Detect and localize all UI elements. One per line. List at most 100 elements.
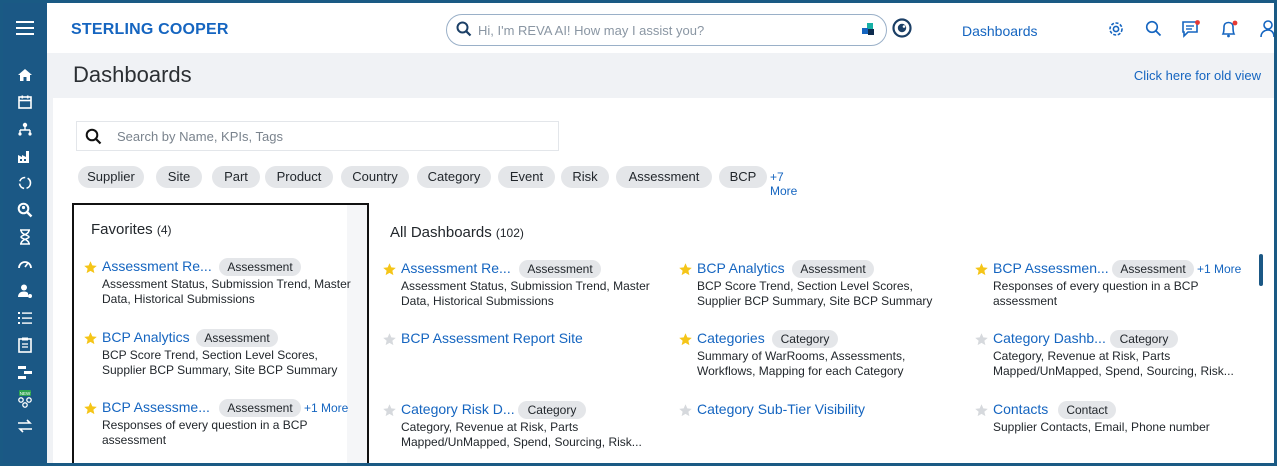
old-view-link[interactable]: Click here for old view xyxy=(1134,68,1261,83)
star-filled-icon[interactable] xyxy=(83,260,98,280)
user-settings-icon[interactable] xyxy=(13,281,37,301)
dashboards-content: Search by Name, KPIs, Tags Supplier Site… xyxy=(53,98,1274,463)
dashboard-tag: Assessment xyxy=(196,329,278,347)
filter-chip[interactable]: Assessment xyxy=(616,166,712,188)
ai-search-bar[interactable]: Hi, I'm REVA AI! How may I assist you? xyxy=(446,14,887,46)
hourglass-icon[interactable] xyxy=(13,227,37,247)
dashboard-name-link[interactable]: Contacts xyxy=(993,401,1048,417)
svg-text:NEW: NEW xyxy=(20,391,31,396)
star-outline-icon[interactable] xyxy=(382,332,397,352)
dashboard-card[interactable]: Category Dashb... Category Category, Rev… xyxy=(974,330,1254,390)
filter-chip[interactable]: Risk xyxy=(561,166,609,188)
star-filled-icon[interactable] xyxy=(382,262,397,282)
filter-chip[interactable]: BCP xyxy=(719,166,767,188)
star-filled-icon[interactable] xyxy=(83,331,98,351)
dashboard-name-link[interactable]: Assessment Re... xyxy=(102,258,212,274)
dashboard-description: Summary of WarRooms, Assessments, Workflo… xyxy=(697,349,906,378)
dashboard-name-link[interactable]: BCP Analytics xyxy=(697,260,785,276)
dashboard-tag: Category xyxy=(1110,330,1178,348)
star-filled-icon[interactable] xyxy=(83,401,98,421)
all-dashboards-title-text: All Dashboards xyxy=(390,224,492,241)
filter-chip[interactable]: Part xyxy=(212,166,260,188)
home-icon[interactable] xyxy=(13,65,37,85)
dashboard-tag: Assessment xyxy=(219,258,301,276)
reva-avatar-icon[interactable] xyxy=(892,18,912,43)
scrollbar-thumb[interactable] xyxy=(1259,254,1263,286)
dashboard-card[interactable]: BCP Assessment Report Site xyxy=(382,330,667,390)
workflow-icon[interactable] xyxy=(13,362,37,382)
factory-icon[interactable] xyxy=(13,146,37,166)
favorite-card[interactable]: Assessment Re... Assessment Assessment S… xyxy=(83,258,353,318)
dashboard-name-link[interactable]: Category Sub-Tier Visibility xyxy=(697,401,865,417)
dashboard-name-link[interactable]: BCP Assessmen... xyxy=(993,260,1109,276)
notification-bell-icon[interactable] xyxy=(1219,20,1239,43)
top-bar: STERLING COOPER Hi, I'm REVA AI! How may… xyxy=(3,3,1274,53)
clipboard-icon[interactable] xyxy=(13,335,37,355)
dashboard-description: Responses of every question in a BCP asse… xyxy=(993,279,1199,308)
page-header: Dashboards Click here for old view xyxy=(47,53,1274,98)
filter-chip[interactable]: Supplier xyxy=(78,166,144,188)
dashboard-card[interactable]: Categories Category Summary of WarRooms,… xyxy=(678,330,963,390)
star-outline-icon[interactable] xyxy=(974,403,989,423)
dashboard-description: Responses of every question in a BCP asse… xyxy=(102,418,308,447)
dashboard-name-link[interactable]: Category Risk D... xyxy=(401,401,515,417)
filter-chip[interactable]: Product xyxy=(265,166,333,188)
star-outline-icon[interactable] xyxy=(382,403,397,423)
dashboard-tag: Category xyxy=(772,330,838,348)
more-filters-link[interactable]: +7 More xyxy=(770,170,797,198)
dashboard-card[interactable]: BCP Analytics Assessment BCP Score Trend… xyxy=(678,260,963,320)
dashboard-card[interactable]: BCP Assessmen... Assessment +1 More Resp… xyxy=(974,260,1254,320)
page-title: Dashboards xyxy=(73,62,192,87)
filter-chip[interactable]: Site xyxy=(156,166,202,188)
ai-assistant-icon[interactable] xyxy=(860,21,878,44)
ai-search-placeholder: Hi, I'm REVA AI! How may I assist you? xyxy=(478,23,705,38)
dashboard-tag: Assessment xyxy=(792,260,874,278)
star-filled-icon[interactable] xyxy=(974,262,989,282)
user-profile-icon[interactable] xyxy=(1259,20,1274,43)
dashboard-description: Supplier Contacts, Email, Phone number xyxy=(993,420,1210,434)
dashboard-name-link[interactable]: BCP Assessment Report Site xyxy=(401,330,583,346)
all-dashboards-title: All Dashboards (102) xyxy=(390,224,524,241)
filter-chip[interactable]: Category xyxy=(417,166,491,188)
menu-icon[interactable] xyxy=(3,3,47,53)
nav-dashboards-link[interactable]: Dashboards xyxy=(962,23,1038,39)
star-filled-icon[interactable] xyxy=(678,332,693,352)
dashboard-name-link[interactable]: Category Dashb... xyxy=(993,330,1106,346)
dashboard-search-placeholder: Search by Name, KPIs, Tags xyxy=(117,129,283,144)
star-outline-icon[interactable] xyxy=(974,332,989,352)
star-filled-icon[interactable] xyxy=(678,262,693,282)
dashboard-search-input[interactable]: Search by Name, KPIs, Tags xyxy=(77,122,558,150)
search-icon xyxy=(85,128,102,150)
favorite-card[interactable]: BCP Assessme... Assessment +1 More Respo… xyxy=(83,399,353,459)
search-icon[interactable] xyxy=(1145,20,1162,42)
gauge-icon[interactable] xyxy=(13,254,37,274)
calendar-icon[interactable] xyxy=(13,92,37,112)
dashboard-card[interactable]: Contacts Contact Supplier Contacts, Emai… xyxy=(974,401,1254,461)
dashboard-card[interactable]: Category Sub-Tier Visibility xyxy=(678,401,963,461)
feedback-icon[interactable] xyxy=(1181,20,1201,43)
dashboard-card[interactable]: Category Risk D... Category Category, Re… xyxy=(382,401,667,461)
favorite-card[interactable]: BCP Analytics Assessment BCP Score Trend… xyxy=(83,329,353,389)
more-tags-link[interactable]: +1 More xyxy=(304,401,348,415)
hierarchy-icon[interactable] xyxy=(13,119,37,139)
dashboard-name-link[interactable]: Assessment Re... xyxy=(401,260,511,276)
user-search-icon[interactable] xyxy=(13,200,37,220)
dashboard-description: BCP Score Trend, Section Level Scores, Su… xyxy=(697,279,933,308)
new-feature-icon[interactable]: NEW xyxy=(13,389,37,409)
sidebar: NEW xyxy=(3,53,47,463)
list-icon[interactable] xyxy=(13,308,37,328)
dashboard-name-link[interactable]: BCP Assessme... xyxy=(102,399,210,415)
star-outline-icon[interactable] xyxy=(678,403,693,423)
dashboard-name-link[interactable]: BCP Analytics xyxy=(102,329,190,345)
settings-icon[interactable] xyxy=(1107,20,1125,43)
swap-arrows-icon[interactable] xyxy=(13,416,37,436)
filter-chip[interactable]: Country xyxy=(341,166,409,188)
dashboard-tag: Category xyxy=(518,401,586,419)
more-tags-link[interactable]: +1 More xyxy=(1197,262,1241,276)
refresh-cycle-icon[interactable] xyxy=(13,173,37,193)
filter-chip[interactable]: Event xyxy=(498,166,555,188)
dashboard-card[interactable]: Assessment Re... Assessment Assessment S… xyxy=(382,260,667,320)
dashboard-name-link[interactable]: Categories xyxy=(697,330,765,346)
favorites-title-text: Favorites xyxy=(91,221,153,238)
dashboard-tag: Assessment xyxy=(519,260,601,278)
